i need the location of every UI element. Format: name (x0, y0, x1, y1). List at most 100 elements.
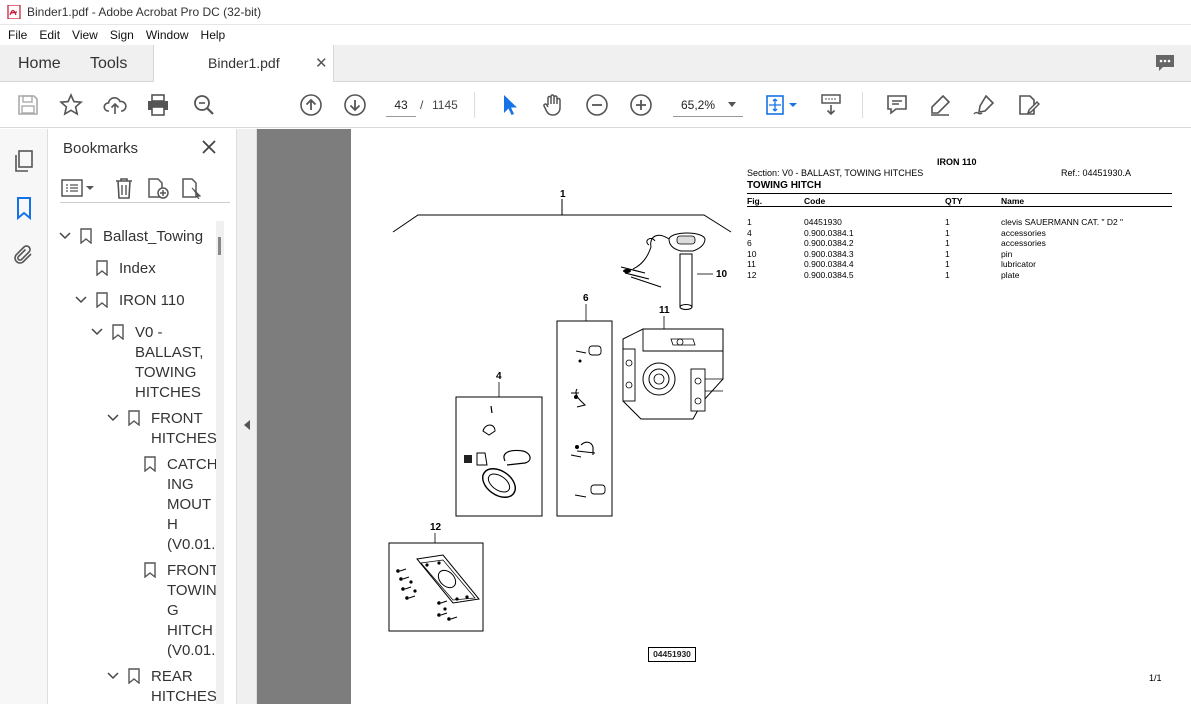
find-bookmark-icon[interactable] (180, 177, 204, 199)
table-cell: 04451930 (804, 217, 842, 227)
callout-label: 11 (659, 305, 670, 316)
new-bookmark-icon[interactable] (146, 177, 170, 199)
table-cell: lubricator (1001, 259, 1036, 269)
next-page-icon[interactable] (343, 93, 367, 117)
page-gutter (257, 129, 351, 704)
highlight-pen-icon[interactable] (928, 93, 952, 117)
print-icon[interactable] (146, 93, 170, 117)
table-cell: 1 (945, 227, 950, 238)
total-pages: 1145 (432, 98, 458, 112)
column-header-name: Name (1001, 196, 1025, 206)
table-cell: accessories (1001, 238, 1046, 248)
menu-view[interactable]: View (68, 28, 102, 42)
bookmarks-scrollbar[interactable] (216, 221, 224, 704)
toolbar-divider (862, 92, 863, 118)
zoom-in-icon[interactable] (629, 93, 653, 117)
attachments-paperclip-icon[interactable] (12, 243, 36, 267)
delete-bookmark-icon[interactable] (112, 177, 136, 199)
bookmark-toolbar (60, 175, 230, 203)
bookmark-v0-ballast[interactable]: V0 - BALLAST, TOWING HITCHES (135, 323, 203, 403)
toolbar-divider (474, 92, 475, 118)
chevron-down-icon[interactable] (107, 414, 119, 422)
edit-document-icon[interactable] (1016, 93, 1040, 117)
table-cell: 1 (945, 269, 950, 280)
previous-page-icon[interactable] (299, 93, 323, 117)
menu-edit[interactable]: Edit (35, 28, 64, 42)
bookmark-ballast-towing[interactable]: Ballast_Towing (103, 227, 203, 247)
tab-bar: Home Tools Binder1.pdf ✕ (0, 45, 1191, 83)
menu-file[interactable]: File (4, 28, 31, 42)
bookmark-rear-hitches[interactable]: REAR HITCHES (151, 667, 217, 704)
select-cursor-icon[interactable] (498, 93, 522, 117)
close-tab-icon[interactable]: ✕ (315, 54, 328, 72)
table-rule (747, 206, 1172, 207)
bookmark-icon (112, 324, 124, 340)
menu-help[interactable]: Help (197, 28, 230, 42)
callout-label: 1 (560, 189, 566, 200)
table-cell: 0.900.0384.2 (804, 238, 854, 248)
chevron-down-icon[interactable] (75, 296, 87, 304)
save-icon[interactable] (16, 93, 40, 117)
table-cell: 0.900.0384.5 (804, 269, 854, 280)
table-cell: clevis SAUERMANN CAT. " D2 " (1001, 217, 1124, 227)
table-cell: 12 (747, 269, 757, 280)
bookmark-options-icon[interactable] (60, 177, 96, 199)
tab-document[interactable]: Binder1.pdf ✕ (153, 45, 334, 83)
chevron-down-icon (728, 102, 736, 107)
page-number-input[interactable]: 43 (386, 93, 416, 117)
bookmark-star-icon[interactable] (59, 93, 83, 117)
tab-tools[interactable]: Tools (90, 45, 127, 82)
scrollbar-thumb[interactable] (218, 237, 221, 255)
scroll-mode-icon[interactable] (819, 93, 843, 117)
bookmark-front-towing-hitch[interactable]: FRONT TOWIN G HITCH (V0.01. (167, 561, 219, 661)
close-icon[interactable] (200, 138, 218, 156)
menu-sign[interactable]: Sign (106, 28, 138, 42)
bookmark-icon (128, 410, 140, 426)
menu-window[interactable]: Window (142, 28, 193, 42)
chevron-down-icon[interactable] (107, 672, 119, 680)
bookmark-icon (96, 260, 108, 276)
zoom-dropdown[interactable]: 65,2% (673, 93, 743, 117)
table-cell: 1 (945, 259, 950, 269)
exploded-parts-diagram: 1 10 11 6 4 12 (388, 189, 732, 632)
sign-pen-icon[interactable] (972, 93, 996, 117)
page-separator: / (420, 98, 424, 112)
bookmarks-panel: Bookmarks Ballast_Towing Index IRON 110 … (48, 129, 237, 704)
tab-home[interactable]: Home (18, 45, 61, 82)
upload-cloud-icon[interactable] (103, 93, 127, 117)
column-header-qty: QTY (945, 196, 963, 206)
comment-icon[interactable] (1154, 53, 1176, 73)
bookmark-iron-110[interactable]: IRON 110 (119, 291, 185, 311)
chevron-left-icon (244, 420, 250, 430)
callout-label: 4 (496, 371, 502, 382)
clevis-body-drawing (622, 328, 724, 420)
chevron-down-icon[interactable] (91, 328, 103, 336)
bookmark-icon (80, 228, 92, 244)
table-cell: 1 (945, 217, 950, 227)
chevron-down-icon[interactable] (59, 232, 71, 240)
bookmark-front-hitches[interactable]: FRONT HITCHES (151, 409, 217, 449)
page-thumbnails-icon[interactable] (12, 149, 36, 173)
table-cell: 0.900.0384.4 (804, 259, 854, 269)
table-cell: plate (1001, 269, 1020, 280)
main-toolbar: 43 / 1145 65,2% (0, 82, 1191, 128)
zoom-out-icon[interactable] (585, 93, 609, 117)
zoom-search-icon[interactable] (192, 93, 216, 117)
menu-bar: File Edit View Sign Window Help (0, 25, 1191, 45)
page-fit-icon[interactable] (765, 93, 799, 117)
bookmarks-panel-icon[interactable] (12, 196, 36, 220)
page-indicator: 1/1 (1149, 673, 1162, 683)
reference-number: Ref.: 04451930.A (1061, 168, 1132, 178)
model-name: IRON 110 (937, 157, 977, 167)
figure-code-label: 04451930 (648, 647, 696, 662)
bookmark-index[interactable]: Index (119, 259, 156, 279)
hand-tool-icon[interactable] (541, 93, 565, 117)
panel-collapse-handle[interactable] (237, 129, 257, 704)
comment-note-icon[interactable] (885, 93, 909, 117)
section-title: Section: V0 - BALLAST, TOWING HITCHES (747, 168, 924, 178)
bookmark-icon (144, 562, 156, 578)
table-cell: 11 (747, 259, 756, 269)
title-bar: Binder1.pdf - Adobe Acrobat Pro DC (32-b… (0, 0, 1191, 25)
bookmark-catching-mouth[interactable]: CATCH ING MOUT H (V0.01. (167, 455, 218, 555)
acrobat-app-icon (7, 5, 21, 19)
